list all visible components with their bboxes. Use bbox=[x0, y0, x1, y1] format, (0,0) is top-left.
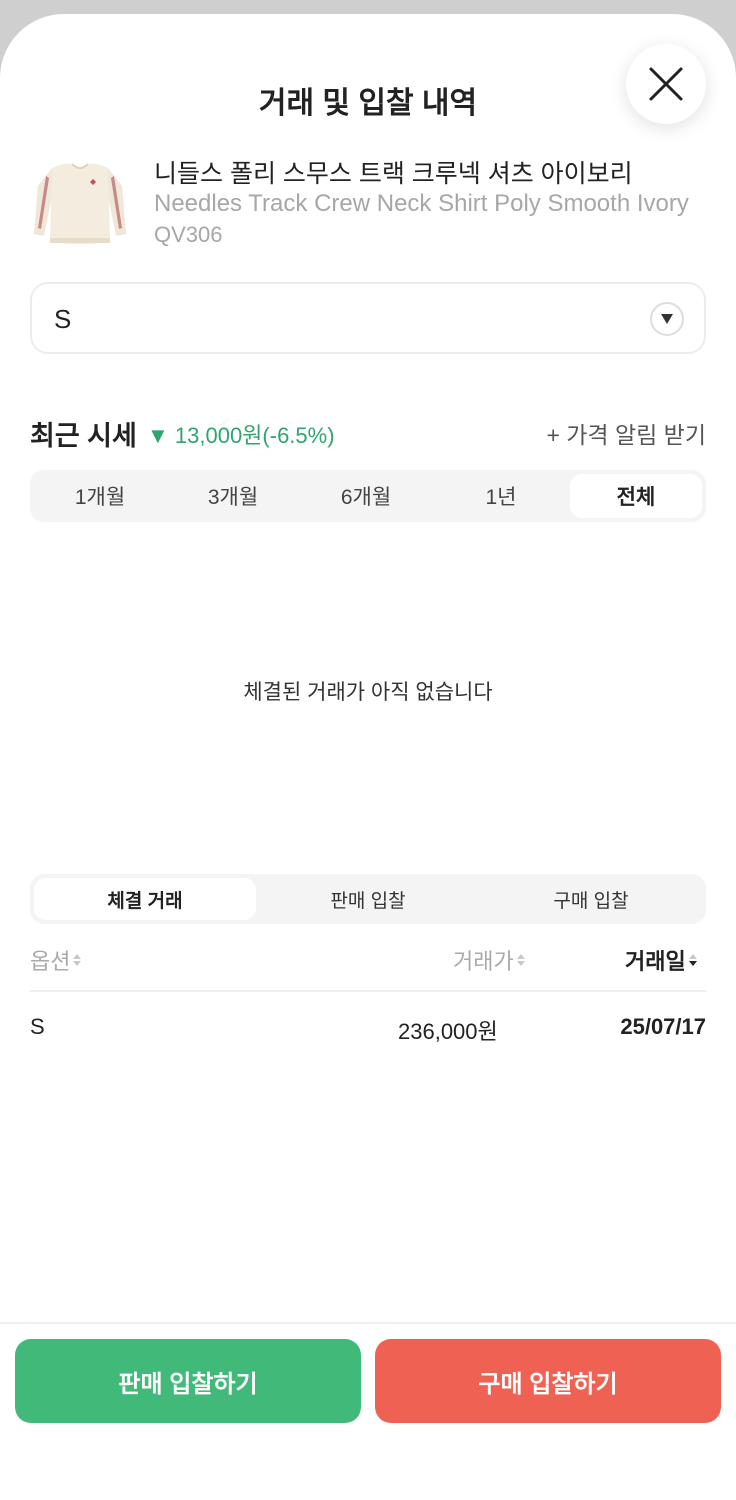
tab-buy-bids[interactable]: 구매 입찰 bbox=[480, 878, 702, 920]
triangle-down-icon bbox=[650, 302, 684, 336]
sort-descending-icon bbox=[688, 954, 697, 966]
chart-empty-message: 체결된 거래가 아직 없습니다 bbox=[243, 681, 493, 704]
product-code: QV306 bbox=[154, 222, 223, 247]
tab-3-months[interactable]: 3개월 bbox=[167, 474, 299, 518]
size-value: S bbox=[54, 304, 72, 334]
product-name-english: Needles Track Crew Neck Shirt Poly Smoot… bbox=[154, 190, 689, 217]
buy-bid-button[interactable]: 구매 입찰하기 bbox=[375, 1339, 721, 1423]
recent-price-title: 최근 시세 bbox=[30, 421, 137, 451]
column-header-option[interactable]: 옵션 bbox=[30, 944, 82, 976]
column-header-price-label: 거래가 bbox=[453, 949, 514, 974]
close-button[interactable] bbox=[626, 44, 706, 124]
close-icon bbox=[649, 67, 683, 101]
column-header-date[interactable]: 거래일 bbox=[625, 944, 698, 976]
tab-1-month[interactable]: 1개월 bbox=[34, 474, 166, 518]
row-date: 25/07/17 bbox=[620, 1014, 706, 1039]
column-header-date-label: 거래일 bbox=[625, 949, 686, 974]
bottom-sheet: 거래 및 입찰 내역 니들스 폴리 스무스 트랙 크루넥 셔츠 아이보리 Nee… bbox=[0, 14, 736, 1500]
bottom-bar-divider bbox=[0, 1322, 736, 1324]
price-alert-button[interactable]: + 가격 알림 받기 bbox=[546, 416, 706, 450]
tab-sell-bids[interactable]: 판매 입찰 bbox=[257, 878, 479, 920]
column-header-option-label: 옵션 bbox=[30, 949, 71, 974]
recent-price-change: ▼ 13,000원(-6.5%) bbox=[147, 423, 335, 448]
row-option: S bbox=[30, 1014, 45, 1039]
product-info: 니들스 폴리 스무스 트랙 크루넥 셔츠 아이보리 Needles Track … bbox=[30, 152, 710, 252]
tab-all[interactable]: 전체 bbox=[570, 474, 702, 518]
size-dropdown[interactable]: S bbox=[30, 282, 706, 354]
sort-icon bbox=[516, 954, 525, 966]
tab-completed-trades[interactable]: 체결 거래 bbox=[34, 878, 256, 920]
trade-tabs: 체결 거래 판매 입찰 구매 입찰 bbox=[30, 874, 706, 924]
sort-icon bbox=[73, 954, 82, 966]
column-header-price[interactable]: 거래가 bbox=[453, 944, 526, 976]
tab-1-year[interactable]: 1년 bbox=[435, 474, 567, 518]
sweatshirt-thumbnail bbox=[34, 163, 126, 244]
table-header-divider bbox=[30, 990, 706, 992]
row-price: 236,000원 bbox=[398, 1019, 498, 1044]
product-name-korean: 니들스 폴리 스무스 트랙 크루넥 셔츠 아이보리 bbox=[154, 160, 633, 188]
sell-bid-button[interactable]: 판매 입찰하기 bbox=[15, 1339, 361, 1423]
period-tabs: 1개월 3개월 6개월 1년 전체 bbox=[30, 470, 706, 522]
tab-6-months[interactable]: 6개월 bbox=[300, 474, 432, 518]
